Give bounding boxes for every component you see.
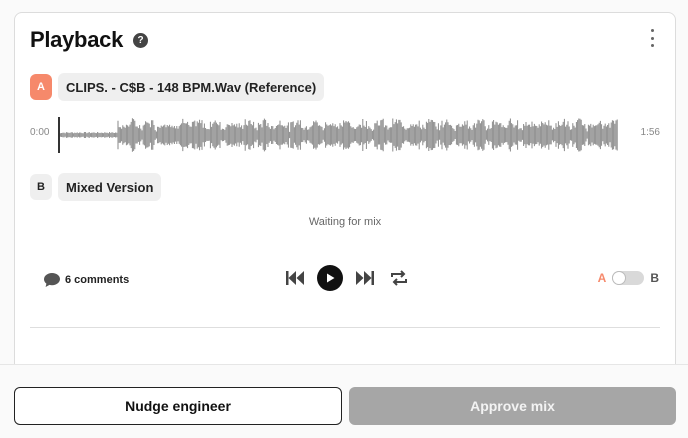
track-b-row: B Mixed Version xyxy=(30,173,162,201)
track-b-badge[interactable]: B xyxy=(30,174,52,200)
repeat-icon[interactable] xyxy=(387,266,411,290)
ab-switch[interactable] xyxy=(612,271,645,285)
page-title: Playback xyxy=(30,27,124,52)
previous-icon[interactable] xyxy=(283,266,307,290)
play-button[interactable] xyxy=(317,265,343,291)
card-header: Playback ? xyxy=(30,27,149,53)
track-b-name: Mixed Version xyxy=(58,173,162,201)
track-a-row: A CLIPS. - C$B - 148 BPM.Wav (Reference) xyxy=(30,73,325,101)
time-end: 1:56 xyxy=(640,127,660,138)
comments-button[interactable]: 6 comments xyxy=(43,272,129,288)
time-start: 0:00 xyxy=(30,127,50,138)
waiting-status: Waiting for mix xyxy=(308,216,382,228)
ab-toggle: A B xyxy=(598,271,659,285)
waveform-area[interactable]: 0:00 1:56 xyxy=(30,117,660,153)
play-icon xyxy=(327,273,335,283)
comment-icon xyxy=(44,273,60,287)
question-circle-icon[interactable]: ? xyxy=(133,32,149,48)
divider xyxy=(30,327,660,328)
waveform[interactable] xyxy=(58,117,618,153)
ab-label-b: B xyxy=(650,271,659,285)
track-a-badge[interactable]: A xyxy=(30,74,52,100)
ab-label-a: A xyxy=(597,271,607,285)
waveform-path xyxy=(58,118,618,152)
playhead[interactable] xyxy=(58,117,60,153)
nudge-engineer-button[interactable]: Nudge engineer xyxy=(14,387,342,425)
track-a-name: CLIPS. - C$B - 148 BPM.Wav (Reference) xyxy=(58,73,325,101)
ab-switch-knob xyxy=(613,272,626,284)
approve-mix-button[interactable]: Approve mix xyxy=(349,387,676,425)
action-footer: Nudge engineer Approve mix xyxy=(0,364,688,438)
playback-card: Playback ? A CLIPS. - C$B - 148 BPM.Wav … xyxy=(14,12,676,372)
playback-controls: 6 comments A B xyxy=(15,265,675,295)
comments-label: 6 comments xyxy=(65,274,130,286)
next-icon[interactable] xyxy=(353,266,377,290)
playback-page: Playback ? A CLIPS. - C$B - 148 BPM.Wav … xyxy=(0,0,688,438)
transport xyxy=(283,265,411,291)
more-options-icon[interactable] xyxy=(647,29,657,47)
